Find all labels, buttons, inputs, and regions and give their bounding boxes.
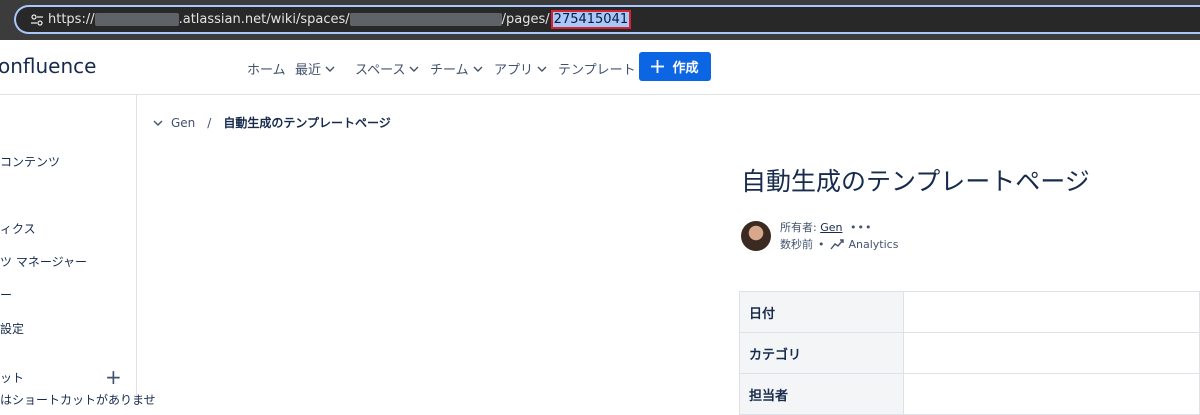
chevron-down-icon <box>325 66 335 72</box>
table-cell-date[interactable] <box>903 291 1200 333</box>
last-updated: 数秒前 <box>780 238 813 251</box>
sidebar: コンテンツ ィクス ツ マネージャー ー 設定 ット + はショートカットがあり… <box>0 95 156 407</box>
address-bar[interactable]: https:// .atlassian.net/wiki/spaces/ /pa… <box>14 5 1200 34</box>
url-prefix: https:// <box>48 12 95 27</box>
nav-apps[interactable]: アプリ <box>494 59 547 78</box>
nav-recent[interactable]: 最近 <box>295 59 335 78</box>
owner-prefix: 所有者: <box>780 221 821 234</box>
url-domain: .atlassian.net/wiki/spaces/ <box>178 12 350 27</box>
sidebar-item-analytics[interactable]: ィクス <box>0 220 36 237</box>
create-button[interactable]: 作成 <box>639 52 711 81</box>
table-row: 日付 <box>739 291 1200 333</box>
table-row: 担当者 <box>739 373 1200 415</box>
more-actions-icon[interactable]: ••• <box>850 221 872 234</box>
breadcrumb-current[interactable]: 自動生成のテンプレートページ <box>223 114 390 131</box>
product-logo-text[interactable]: onfluence <box>0 54 96 78</box>
page-title: 自動生成のテンプレートページ <box>741 167 1090 196</box>
chevron-down-icon <box>409 66 419 72</box>
top-navigation: onfluence ホーム 最近 スペース チーム アプリ テンプレート 作成 <box>0 40 1200 95</box>
plus-icon <box>651 60 665 73</box>
redacted-space-key <box>349 13 502 26</box>
table-cell-assignee[interactable] <box>903 373 1200 415</box>
analytics-link[interactable]: Analytics <box>849 238 899 251</box>
chevron-down-icon[interactable] <box>153 118 163 128</box>
avatar[interactable] <box>741 221 771 251</box>
nav-recent-label: 最近 <box>295 63 322 78</box>
nav-home-label: ホーム <box>247 63 286 78</box>
table-row: カテゴリ <box>739 332 1200 374</box>
nav-home[interactable]: ホーム <box>247 59 286 78</box>
create-button-label: 作成 <box>672 61 699 76</box>
nav-spaces[interactable]: スペース <box>355 59 419 78</box>
nav-spaces-label: スペース <box>355 63 406 78</box>
url-page-id-highlight: 275415041 <box>550 10 632 29</box>
table-cell-category[interactable] <box>903 332 1200 374</box>
analytics-chart-icon <box>829 239 844 250</box>
table-header-date: 日付 <box>739 291 904 333</box>
nav-teams-label: チーム <box>430 63 469 78</box>
sidebar-item-settings[interactable]: 設定 <box>0 320 24 337</box>
page-byline: 所有者: Gen ••• <box>780 219 872 235</box>
add-shortcut-plus-icon[interactable]: + <box>105 367 122 387</box>
nav-apps-label: アプリ <box>494 63 534 78</box>
table-header-category: カテゴリ <box>739 332 904 374</box>
sidebar-item-content-manager[interactable]: ツ マネージャー <box>0 253 87 270</box>
nav-templates-label: テンプレート <box>558 63 636 78</box>
page-meta: 数秒前 • Analytics <box>780 236 898 252</box>
meta-dot: • <box>818 237 825 251</box>
url-pages: /pages/ <box>501 12 550 27</box>
site-settings-icon[interactable] <box>30 13 44 27</box>
sidebar-section-shortcuts: ット <box>0 371 25 385</box>
chevron-down-icon <box>537 66 547 72</box>
redacted-subdomain <box>94 13 179 26</box>
chevron-down-icon <box>473 66 483 72</box>
sidebar-item-content[interactable]: コンテンツ <box>0 153 60 170</box>
nav-teams[interactable]: チーム <box>430 59 483 78</box>
breadcrumb-separator: / <box>207 115 212 130</box>
url-text: https:// .atlassian.net/wiki/spaces/ /pa… <box>48 10 632 29</box>
browser-toolbar: https:// .atlassian.net/wiki/spaces/ /pa… <box>0 0 1200 40</box>
page-properties-table: 日付 カテゴリ 担当者 <box>739 291 1200 415</box>
owner-link[interactable]: Gen <box>820 221 842 234</box>
breadcrumb: Gen / 自動生成のテンプレートページ <box>153 114 391 131</box>
sidebar-item-3[interactable]: ー <box>0 286 12 303</box>
table-header-assignee: 担当者 <box>739 373 904 415</box>
nav-templates[interactable]: テンプレート <box>558 59 636 78</box>
breadcrumb-parent[interactable]: Gen <box>171 116 195 130</box>
